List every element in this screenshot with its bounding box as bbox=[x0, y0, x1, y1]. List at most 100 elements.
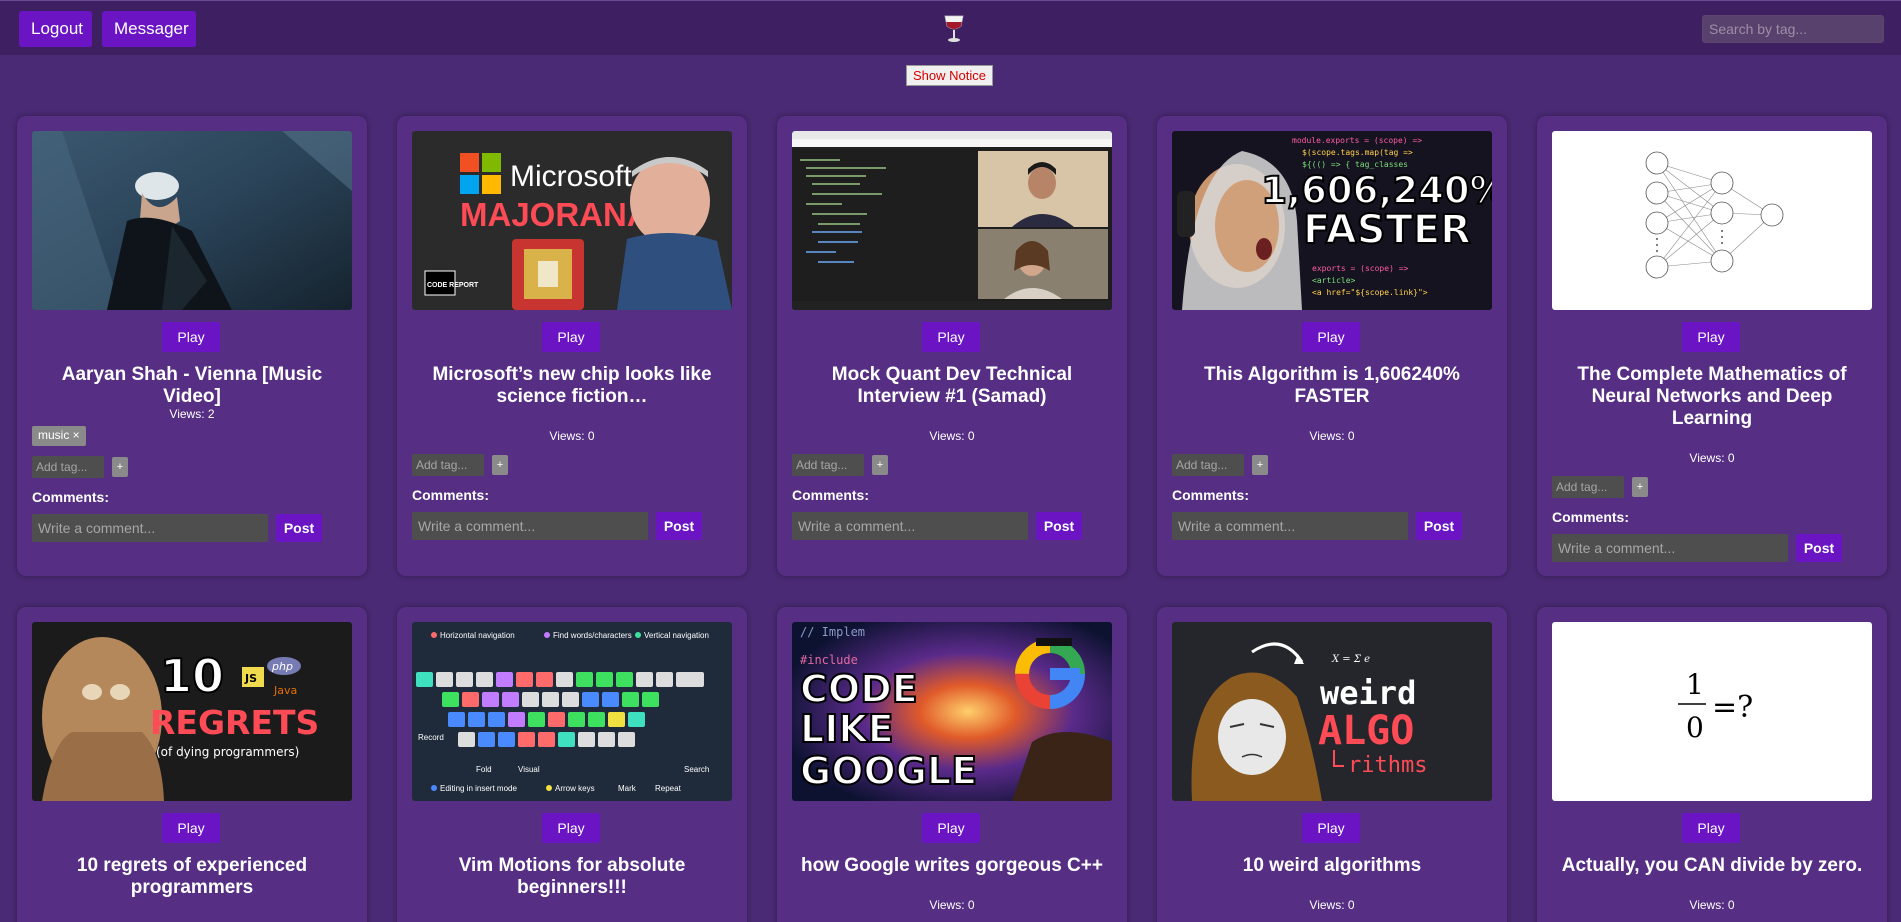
play-button[interactable]: Play bbox=[542, 322, 600, 352]
comments-label: Comments: bbox=[32, 489, 110, 505]
play-button[interactable]: Play bbox=[922, 813, 980, 843]
video-title: 10 weird algorithms bbox=[1242, 855, 1422, 876]
svg-text:Mark: Mark bbox=[618, 784, 637, 793]
svg-text:1: 1 bbox=[1686, 668, 1704, 701]
svg-text:Editing in insert mode: Editing in insert mode bbox=[440, 784, 517, 793]
video-title: Microsoft’s new chip looks like science … bbox=[432, 364, 712, 407]
comment-input[interactable] bbox=[792, 512, 1028, 540]
video-card: Horizontal navigation Find words/charact… bbox=[397, 607, 747, 922]
svg-text:Find words/characters: Find words/characters bbox=[553, 631, 632, 640]
svg-text:Repeat: Repeat bbox=[655, 784, 682, 793]
video-card: module.exports = (scope) => $(scope.tags… bbox=[1157, 116, 1507, 576]
comment-input[interactable] bbox=[32, 514, 268, 542]
svg-text:0: 0 bbox=[1686, 711, 1704, 744]
add-tag-input[interactable] bbox=[1552, 476, 1624, 498]
video-thumbnail[interactable]: module.exports = (scope) => $(scope.tags… bbox=[1172, 131, 1492, 310]
video-card: 1 0 =? Play Actually, you CAN divide by … bbox=[1537, 607, 1887, 922]
svg-text:CODE REPORT: CODE REPORT bbox=[427, 282, 479, 289]
video-thumbnail[interactable]: 1 0 =? bbox=[1552, 622, 1872, 801]
svg-text:LIKE: LIKE bbox=[800, 707, 894, 751]
comment-input[interactable] bbox=[1552, 534, 1788, 562]
add-tag-input[interactable] bbox=[792, 454, 864, 476]
svg-text:GOOGLE: GOOGLE bbox=[800, 749, 977, 793]
video-thumbnail[interactable] bbox=[32, 131, 352, 310]
svg-text:module.exports = (scope) =>: module.exports = (scope) => bbox=[1292, 136, 1422, 145]
post-comment-button[interactable]: Post bbox=[1416, 512, 1462, 540]
play-button[interactable]: Play bbox=[162, 813, 220, 843]
svg-text:// Implem: // Implem bbox=[800, 625, 865, 639]
play-button[interactable]: Play bbox=[542, 813, 600, 843]
comment-input[interactable] bbox=[1172, 512, 1408, 540]
svg-text:Fold: Fold bbox=[476, 765, 492, 774]
post-comment-button[interactable]: Post bbox=[1036, 512, 1082, 540]
video-title: Actually, you CAN divide by zero. bbox=[1561, 855, 1863, 876]
add-tag-button[interactable]: + bbox=[872, 455, 888, 475]
add-tag-input[interactable] bbox=[32, 456, 104, 478]
post-comment-button[interactable]: Post bbox=[656, 512, 702, 540]
play-button[interactable]: Play bbox=[1682, 322, 1740, 352]
view-count: Views: 0 bbox=[929, 429, 975, 443]
video-title: Mock Quant Dev Technical Interview #1 (S… bbox=[831, 364, 1073, 407]
add-tag-button[interactable]: + bbox=[1252, 455, 1268, 475]
view-count: Views: 0 bbox=[1309, 898, 1355, 912]
video-thumbnail[interactable]: Horizontal navigation Find words/charact… bbox=[412, 622, 732, 801]
view-count: Views: 0 bbox=[929, 898, 975, 912]
video-title: The Complete Mathematics of Neural Netwo… bbox=[1577, 364, 1847, 429]
play-button[interactable]: Play bbox=[1302, 813, 1360, 843]
tag-chip[interactable]: music × bbox=[32, 426, 86, 446]
svg-text:Visual: Visual bbox=[518, 765, 540, 774]
play-button[interactable]: Play bbox=[162, 322, 220, 352]
video-card: 10 JS php Java REGRETS (of dying program… bbox=[17, 607, 367, 922]
video-card: X = Σ e weird ALGO rithms Play 10 weird … bbox=[1157, 607, 1507, 922]
messager-button[interactable]: Messager bbox=[102, 11, 196, 47]
svg-text:(of dying programmers): (of dying programmers) bbox=[156, 745, 299, 759]
logout-button[interactable]: Logout bbox=[19, 11, 92, 47]
svg-text:MAJORANA: MAJORANA bbox=[460, 196, 651, 233]
show-notice-button[interactable]: Show Notice bbox=[906, 65, 993, 86]
svg-text:php: php bbox=[271, 660, 293, 673]
tag-search-input[interactable] bbox=[1702, 15, 1884, 43]
svg-text:Microsoft: Microsoft bbox=[510, 160, 632, 193]
video-thumbnail[interactable]: // Implem #include CODE LIKE GOOGLE bbox=[792, 622, 1112, 801]
play-button[interactable]: Play bbox=[1302, 322, 1360, 352]
post-comment-button[interactable]: Post bbox=[1796, 534, 1842, 562]
video-title: This Algorithm is 1,606240% FASTER bbox=[1204, 364, 1460, 407]
add-tag-input[interactable] bbox=[412, 454, 484, 476]
comments-label: Comments: bbox=[792, 487, 870, 503]
svg-text:<article>: <article> bbox=[1312, 276, 1356, 285]
video-title: 10 regrets of experienced programmers bbox=[76, 855, 308, 898]
svg-text:Vertical navigation: Vertical navigation bbox=[644, 631, 709, 640]
svg-text:Search: Search bbox=[684, 765, 709, 774]
video-thumbnail[interactable]: X = Σ e weird ALGO rithms bbox=[1172, 622, 1492, 801]
top-bar: Logout Messager bbox=[0, 0, 1901, 55]
svg-text:JS: JS bbox=[244, 672, 257, 685]
comments-label: Comments: bbox=[412, 487, 490, 503]
svg-text:REGRETS: REGRETS bbox=[150, 703, 319, 742]
video-thumbnail[interactable]: Microsoft MAJORANA CODE REPORT bbox=[412, 131, 732, 310]
add-tag-input[interactable] bbox=[1172, 454, 1244, 476]
comment-input[interactable] bbox=[412, 512, 648, 540]
play-button[interactable]: Play bbox=[1682, 813, 1740, 843]
video-card: Play Aaryan Shah - Vienna [Music Video] … bbox=[17, 116, 367, 576]
video-thumbnail[interactable]: 10 JS php Java REGRETS (of dying program… bbox=[32, 622, 352, 801]
video-title: how Google writes gorgeous C++ bbox=[801, 855, 1103, 876]
wine-glass-icon[interactable] bbox=[940, 14, 968, 44]
view-count: Views: 0 bbox=[549, 429, 595, 443]
svg-text:1,606,240%: 1,606,240% bbox=[1261, 169, 1492, 212]
add-tag-button[interactable]: + bbox=[1632, 477, 1648, 497]
svg-text:Arrow keys: Arrow keys bbox=[555, 784, 595, 793]
post-comment-button[interactable]: Post bbox=[276, 514, 322, 542]
add-tag-button[interactable]: + bbox=[492, 455, 508, 475]
video-card: // Implem #include CODE LIKE GOOGLE Play… bbox=[777, 607, 1127, 922]
add-tag-button[interactable]: + bbox=[112, 457, 128, 477]
svg-text:CODE: CODE bbox=[800, 667, 918, 711]
svg-text:X = Σ e: X = Σ e bbox=[1331, 654, 1370, 665]
video-thumbnail[interactable] bbox=[1552, 131, 1872, 310]
video-thumbnail[interactable] bbox=[792, 131, 1112, 310]
view-count: Views: 0 bbox=[1309, 429, 1355, 443]
svg-text:Java: Java bbox=[273, 684, 297, 697]
view-count: Views: 0 bbox=[1689, 451, 1735, 465]
play-button[interactable]: Play bbox=[922, 322, 980, 352]
svg-text:=?: =? bbox=[1712, 690, 1753, 725]
svg-text:<a href="${scope.link}">: <a href="${scope.link}"> bbox=[1312, 288, 1428, 297]
